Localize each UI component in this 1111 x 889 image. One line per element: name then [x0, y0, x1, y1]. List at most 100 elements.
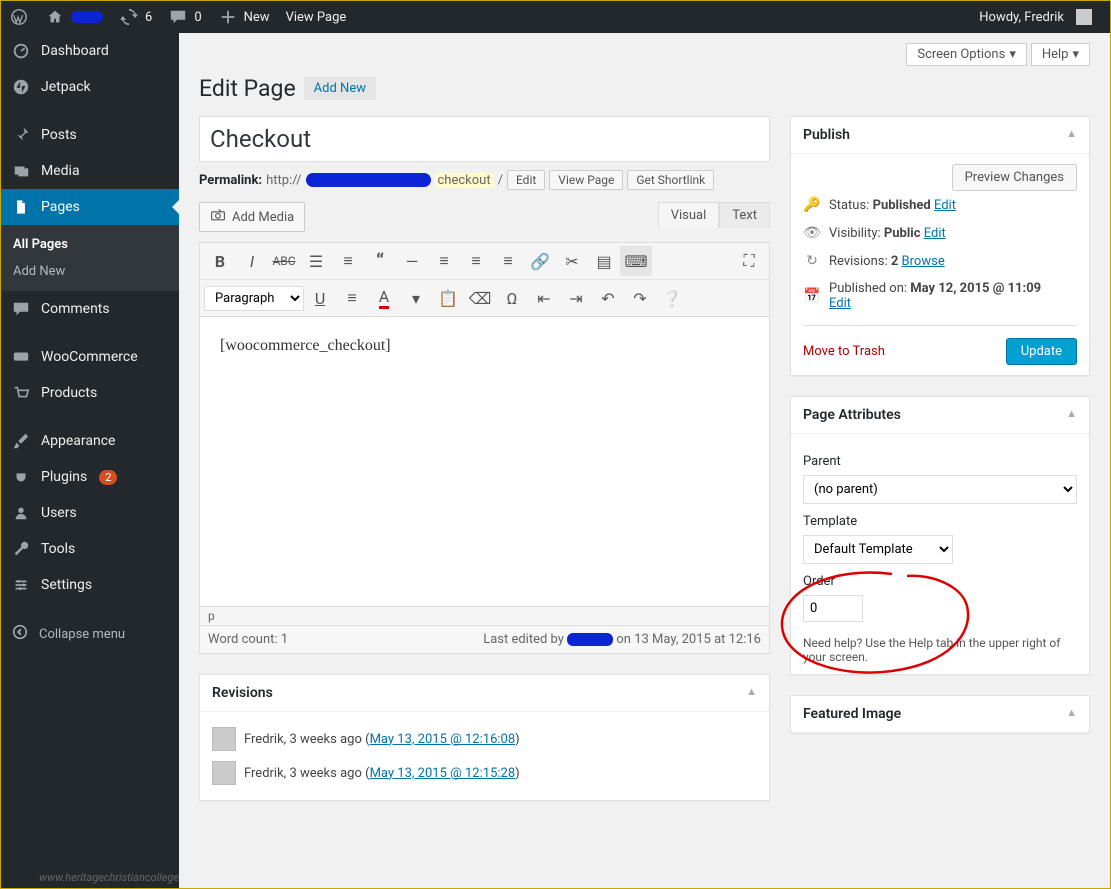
clear-format-button[interactable]: ⌫ [464, 283, 496, 313]
updates[interactable]: 6 [111, 1, 160, 33]
sidebar-item-products[interactable]: Products [1, 375, 179, 411]
redo-button[interactable]: ↷ [624, 283, 656, 313]
sidebar-item-posts[interactable]: Posts [1, 117, 179, 153]
sidebar-item-media[interactable]: Media [1, 153, 179, 189]
site-home[interactable] [37, 1, 111, 33]
settings-icon [11, 575, 31, 595]
strike-button[interactable]: ABC [268, 246, 300, 276]
submenu-all-pages[interactable]: All Pages [1, 231, 179, 258]
blockquote-button[interactable]: “ [364, 246, 396, 276]
wp-logo[interactable] [1, 1, 37, 33]
edit-visibility-link[interactable]: Edit [924, 226, 946, 241]
undo-button[interactable]: ↶ [592, 283, 624, 313]
revision-item: Fredrik, 3 weeks ago (May 13, 2015 @ 12:… [212, 756, 757, 790]
revision-link[interactable]: May 13, 2015 @ 12:16:08 [370, 732, 516, 747]
add-new-button[interactable]: Add New [304, 77, 376, 100]
edit-status-link[interactable]: Edit [934, 198, 956, 213]
align-left-button[interactable]: ≡ [428, 246, 460, 276]
toolbar-toggle-button[interactable]: ⌨ [620, 246, 652, 276]
media-icon [11, 161, 31, 181]
edit-permalink-button[interactable]: Edit [507, 170, 545, 190]
paste-text-button[interactable]: 📋 [432, 283, 464, 313]
add-media-button[interactable]: Add Media [199, 202, 305, 232]
plug-icon [11, 467, 31, 487]
sidebar-item-comments[interactable]: Comments [1, 291, 179, 327]
sidebar-item-appearance[interactable]: Appearance [1, 423, 179, 459]
avatar [1076, 9, 1092, 25]
publish-box-header[interactable]: Publish▲ [791, 117, 1089, 154]
howdy[interactable]: Howdy, Fredrik [971, 1, 1100, 33]
featured-image-header[interactable]: Featured Image▲ [791, 696, 1089, 733]
number-list-button[interactable]: ≡ [332, 246, 364, 276]
align-center-button[interactable]: ≡ [460, 246, 492, 276]
tab-visual[interactable]: Visual [658, 202, 720, 228]
order-input[interactable] [803, 595, 863, 622]
bold-button[interactable]: B [204, 246, 236, 276]
key-icon: 🔑 [803, 197, 821, 213]
submenu-add-new[interactable]: Add New [1, 258, 179, 285]
sidebar-item-label: Settings [41, 577, 92, 593]
chevron-down-icon: ▾ [1072, 47, 1079, 62]
outdent-button[interactable]: ⇤ [528, 283, 560, 313]
permalink-slug[interactable]: checkout [435, 173, 494, 188]
template-select[interactable]: Default Template [803, 535, 953, 564]
editor-content[interactable]: [woocommerce_checkout] [199, 317, 770, 607]
text-color-button[interactable]: A [368, 283, 400, 313]
tab-text[interactable]: Text [719, 202, 770, 228]
parent-select[interactable]: (no parent) [803, 475, 1077, 504]
watermark: www.heritagechristiancollege [39, 871, 179, 884]
justify-button[interactable]: ≡ [336, 283, 368, 313]
edit-date-link[interactable]: Edit [829, 296, 851, 311]
toggle-icon: ▲ [1066, 407, 1077, 423]
view-page-button[interactable]: View Page [549, 170, 623, 190]
sidebar-item-label: Plugins [41, 469, 87, 485]
fullscreen-button[interactable]: ⛶ [733, 246, 765, 276]
link-button[interactable]: 🔗 [524, 246, 556, 276]
sidebar-item-woocommerce[interactable]: WooCommerce [1, 339, 179, 375]
comments[interactable]: 0 [160, 1, 209, 33]
special-char-button[interactable]: Ω [496, 283, 528, 313]
italic-button[interactable]: I [236, 246, 268, 276]
view-page[interactable]: View Page [278, 1, 355, 33]
sidebar-item-label: Media [41, 163, 80, 179]
sidebar-item-pages[interactable]: Pages [1, 189, 179, 225]
toggle-icon: ▲ [746, 685, 757, 701]
sidebar-item-tools[interactable]: Tools [1, 531, 179, 567]
avatar [212, 727, 236, 751]
hr-button[interactable]: — [396, 246, 428, 276]
move-to-trash-link[interactable]: Move to Trash [803, 344, 885, 359]
browse-revisions-link[interactable]: Browse [902, 254, 945, 269]
sidebar-item-plugins[interactable]: Plugins 2 [1, 459, 179, 495]
sidebar-item-jetpack[interactable]: Jetpack [1, 69, 179, 105]
bullet-list-button[interactable]: ☰ [300, 246, 332, 276]
screen-options-button[interactable]: Screen Options ▾ [906, 43, 1027, 66]
preview-button[interactable]: Preview Changes [952, 164, 1077, 191]
revisions-box-header[interactable]: Revisions▲ [200, 675, 769, 712]
sidebar-item-label: Jetpack [41, 79, 91, 95]
sidebar-item-dashboard[interactable]: Dashboard [1, 33, 179, 69]
indent-button[interactable]: ⇥ [560, 283, 592, 313]
collapse-menu[interactable]: Collapse menu [1, 615, 179, 653]
help-button[interactable]: Help ▾ [1031, 43, 1090, 66]
plugins-badge: 2 [99, 470, 117, 485]
post-title-input[interactable] [199, 116, 770, 162]
revision-link[interactable]: May 13, 2015 @ 12:15:28 [370, 766, 516, 781]
sidebar-item-label: Products [41, 385, 97, 401]
sidebar-item-settings[interactable]: Settings [1, 567, 179, 603]
home-icon [45, 7, 65, 27]
page-attributes-header[interactable]: Page Attributes▲ [791, 397, 1089, 434]
help-icon-button[interactable]: ❔ [656, 283, 688, 313]
sidebar-item-label: Posts [41, 127, 77, 143]
wrench-icon [11, 539, 31, 559]
update-button[interactable]: Update [1006, 338, 1077, 365]
paragraph-select[interactable]: Paragraph [204, 286, 304, 311]
underline-button[interactable]: U [304, 283, 336, 313]
redacted-url [306, 173, 431, 187]
align-right-button[interactable]: ≡ [492, 246, 524, 276]
sidebar-item-users[interactable]: Users [1, 495, 179, 531]
unlink-button[interactable]: ✂ [556, 246, 588, 276]
new-content[interactable]: New [210, 1, 278, 33]
color-picker-button[interactable]: ▾ [400, 283, 432, 313]
get-shortlink-button[interactable]: Get Shortlink [627, 170, 714, 190]
more-button[interactable]: ▤ [588, 246, 620, 276]
